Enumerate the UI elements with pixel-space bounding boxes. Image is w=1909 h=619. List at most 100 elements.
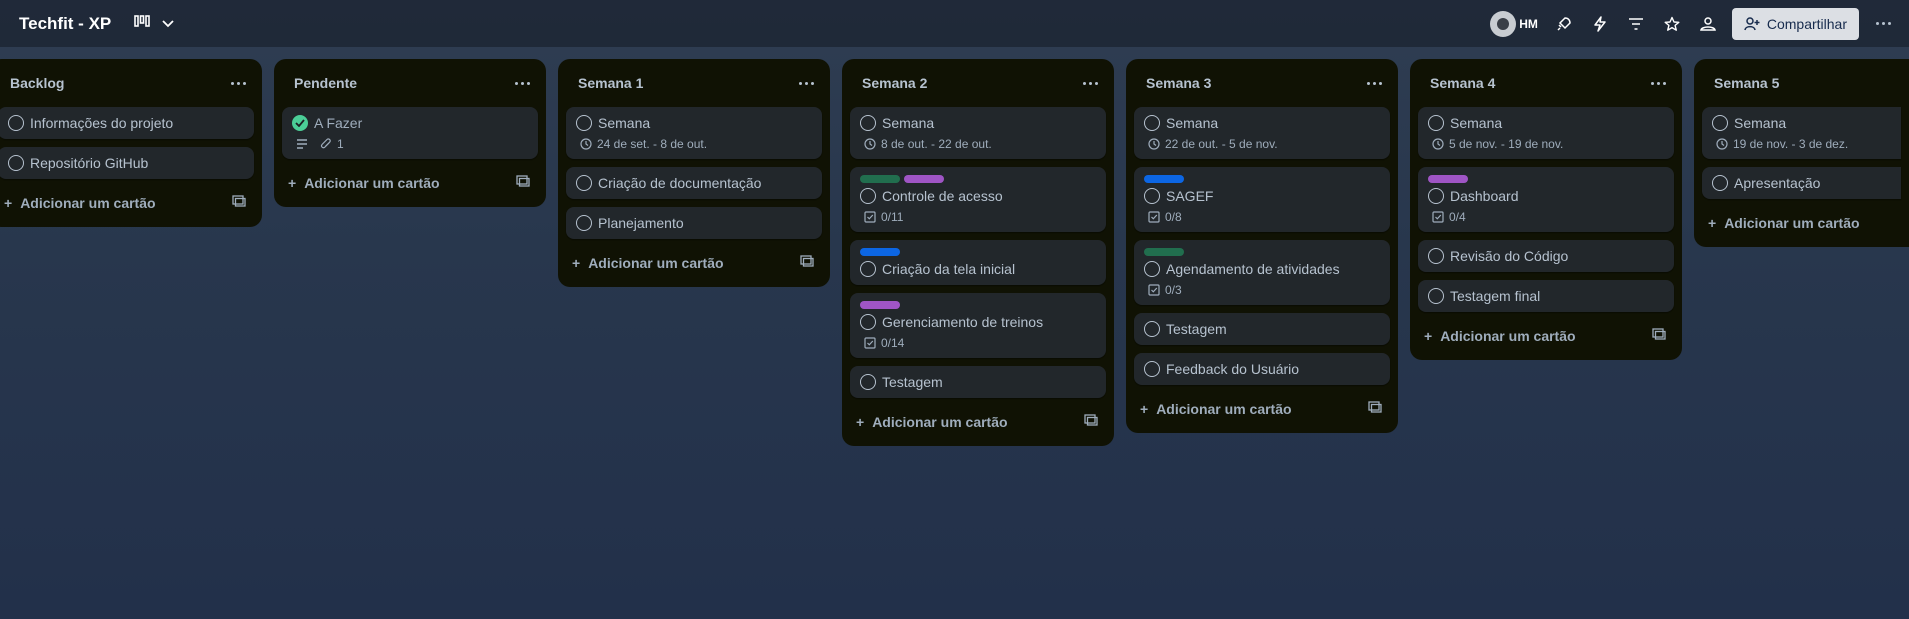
list-semana-2[interactable]: Semana 2 Semana 8 de out. - 22 de out. C… [842,59,1114,446]
dates-badge[interactable]: 22 de out. - 5 de nov. [1148,137,1278,151]
complete-circle-icon[interactable] [1428,288,1444,304]
add-card-button[interactable]: + Adicionar um cartão [850,406,1106,438]
card[interactable]: Dashboard 0/4 [1418,167,1674,232]
card[interactable]: Semana 24 de set. - 8 de out. [566,107,822,159]
member-avatars[interactable]: HM [1490,10,1538,37]
add-card-button[interactable]: + Adicionar um cartão [1134,393,1390,425]
complete-circle-icon[interactable] [1144,361,1160,377]
card[interactable]: Semana 8 de out. - 22 de out. [850,107,1106,159]
list-menu-icon[interactable] [799,81,814,85]
card[interactable]: Criação de documentação [566,167,822,199]
complete-circle-icon[interactable] [860,188,876,204]
list-menu-icon[interactable] [1083,81,1098,85]
list-pendente[interactable]: Pendente A Fazer 1 + Adicionar um cartão [274,59,546,207]
checkmark-complete-icon[interactable] [292,115,308,131]
card[interactable]: Gerenciamento de treinos 0/14 [850,293,1106,358]
complete-circle-icon[interactable] [1144,115,1160,131]
card[interactable]: Feedback do Usuário [1134,353,1390,385]
card[interactable]: Informações do projeto [0,107,254,139]
complete-circle-icon[interactable] [1428,188,1444,204]
complete-circle-icon[interactable] [1712,115,1728,131]
card[interactable]: Repositório GitHub [0,147,254,179]
create-from-template-icon[interactable] [1652,327,1666,345]
list-title[interactable]: Semana 3 [1136,75,1211,91]
complete-circle-icon[interactable] [576,115,592,131]
avatar-initials[interactable]: HM [1519,17,1538,31]
avatar[interactable] [1490,10,1517,37]
dates-badge[interactable]: 8 de out. - 22 de out. [864,137,992,151]
dates-badge[interactable]: 5 de nov. - 19 de nov. [1432,137,1563,151]
add-card-button[interactable]: + Adicionar um cartão [282,167,538,199]
list-title[interactable]: Semana 1 [568,75,643,91]
complete-circle-icon[interactable] [1428,115,1444,131]
dates-badge[interactable]: 19 de nov. - 3 de dez. [1716,137,1848,151]
create-from-template-icon[interactable] [516,174,530,192]
complete-circle-icon[interactable] [1144,261,1160,277]
label-blue[interactable] [860,248,900,256]
card[interactable]: Agendamento de atividades 0/3 [1134,240,1390,305]
create-from-template-icon[interactable] [1084,413,1098,431]
list-backlog[interactable]: Backlog Informações do projeto Repositór… [0,59,262,227]
card[interactable]: Criação da tela inicial [850,240,1106,285]
card[interactable]: A Fazer 1 [282,107,538,159]
complete-circle-icon[interactable] [860,374,876,390]
dates-badge[interactable]: 24 de set. - 8 de out. [580,137,707,151]
board-view-icon[interactable] [134,14,151,33]
list-menu-icon[interactable] [515,81,530,85]
label-green[interactable] [860,175,900,183]
add-card-button[interactable]: + Adicionar um cartão [0,187,254,219]
label-green[interactable] [1144,248,1184,256]
complete-circle-icon[interactable] [576,175,592,191]
card[interactable]: Semana 22 de out. - 5 de nov. [1134,107,1390,159]
complete-circle-icon[interactable] [1712,175,1728,191]
complete-circle-icon[interactable] [860,314,876,330]
complete-circle-icon[interactable] [8,155,24,171]
create-from-template-icon[interactable] [1368,400,1382,418]
view-switcher[interactable] [134,14,174,33]
card[interactable]: Apresentação [1702,167,1901,199]
chevron-down-icon[interactable] [162,15,174,33]
complete-circle-icon[interactable] [860,261,876,277]
complete-circle-icon[interactable] [8,115,24,131]
list-title[interactable]: Semana 2 [852,75,927,91]
complete-circle-icon[interactable] [1144,188,1160,204]
list-semana-1[interactable]: Semana 1 Semana 24 de set. - 8 de out. C… [558,59,830,287]
add-card-button[interactable]: + Adicionar um cartão [566,247,822,279]
complete-circle-icon[interactable] [576,215,592,231]
list-title[interactable]: Semana 4 [1420,75,1495,91]
star-icon[interactable] [1654,6,1690,42]
card[interactable]: Testagem [850,366,1106,398]
card[interactable]: Semana 5 de nov. - 19 de nov. [1418,107,1674,159]
card[interactable]: Semana 19 de nov. - 3 de dez. [1702,107,1901,159]
card[interactable]: Controle de acesso 0/11 [850,167,1106,232]
complete-circle-icon[interactable] [860,115,876,131]
add-card-button[interactable]: + Adicionar um cartão [1418,320,1674,352]
workspace-visibility-icon[interactable] [1690,6,1726,42]
list-title[interactable]: Backlog [0,75,64,91]
add-card-button[interactable]: + Adicionar um cartão [1702,207,1901,239]
card[interactable]: Testagem final [1418,280,1674,312]
more-menu-icon[interactable] [1865,6,1901,42]
complete-circle-icon[interactable] [1144,321,1160,337]
label-blue[interactable] [1144,175,1184,183]
label-purple[interactable] [860,301,900,309]
share-button[interactable]: Compartilhar [1731,7,1859,40]
list-title[interactable]: Pendente [284,75,357,91]
list-semana-4[interactable]: Semana 4 Semana 5 de nov. - 19 de nov. D… [1410,59,1682,360]
complete-circle-icon[interactable] [1428,248,1444,264]
card[interactable]: Revisão do Código [1418,240,1674,272]
create-from-template-icon[interactable] [800,254,814,272]
list-title[interactable]: Semana 5 [1704,75,1779,91]
list-menu-icon[interactable] [231,81,246,85]
card[interactable]: Testagem [1134,313,1390,345]
lightning-icon[interactable] [1582,6,1618,42]
card[interactable]: Planejamento [566,207,822,239]
list-semana-3[interactable]: Semana 3 Semana 22 de out. - 5 de nov. S… [1126,59,1398,433]
label-purple[interactable] [1428,175,1468,183]
list-semana-5[interactable]: Semana 5 Semana 19 de nov. - 3 de dez. A… [1694,59,1909,247]
create-from-template-icon[interactable] [232,194,246,212]
list-menu-icon[interactable] [1367,81,1382,85]
label-purple[interactable] [904,175,944,183]
filter-icon[interactable] [1618,6,1654,42]
card[interactable]: SAGEF 0/8 [1134,167,1390,232]
